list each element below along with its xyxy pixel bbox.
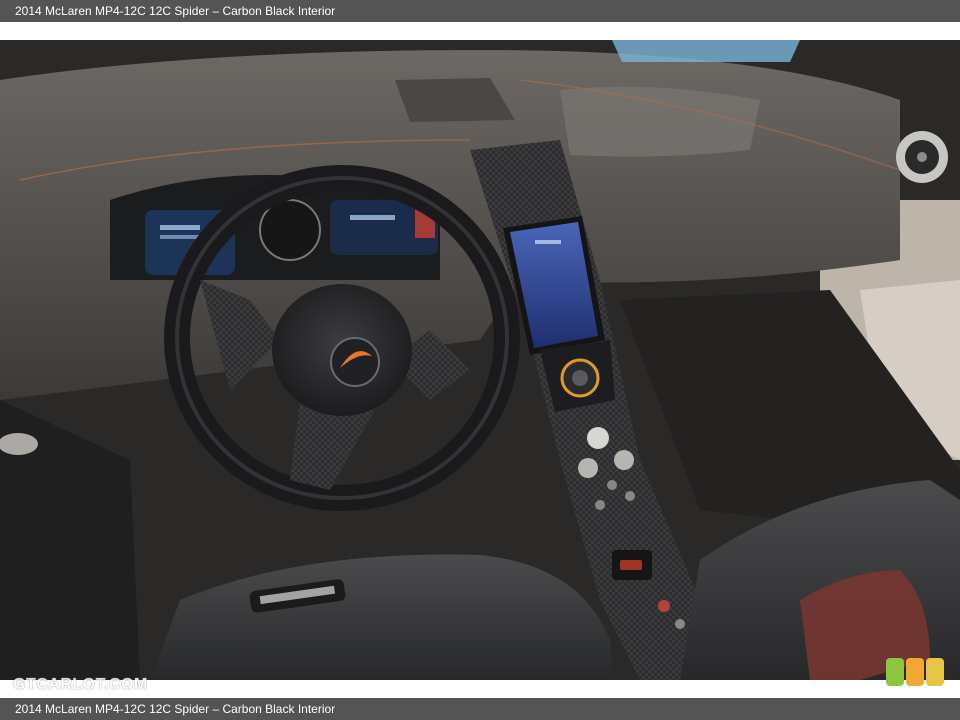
air-vent-right [896, 131, 948, 183]
interior-photo [0, 40, 960, 680]
caption-bottom: 2014 McLaren MP4-12C 12C Spider – Carbon… [0, 698, 960, 720]
rating-badge-yellow [926, 658, 944, 686]
caption-top: 2014 McLaren MP4-12C 12C Spider – Carbon… [0, 0, 960, 22]
console-button [587, 427, 609, 449]
watermark: GTCARLOT.COM [13, 676, 148, 693]
interior-illustration [0, 40, 960, 680]
rating-badge-orange [906, 658, 924, 686]
rating-badge-green [886, 658, 904, 686]
windshield [612, 40, 800, 62]
mclaren-logo-icon [330, 337, 380, 387]
